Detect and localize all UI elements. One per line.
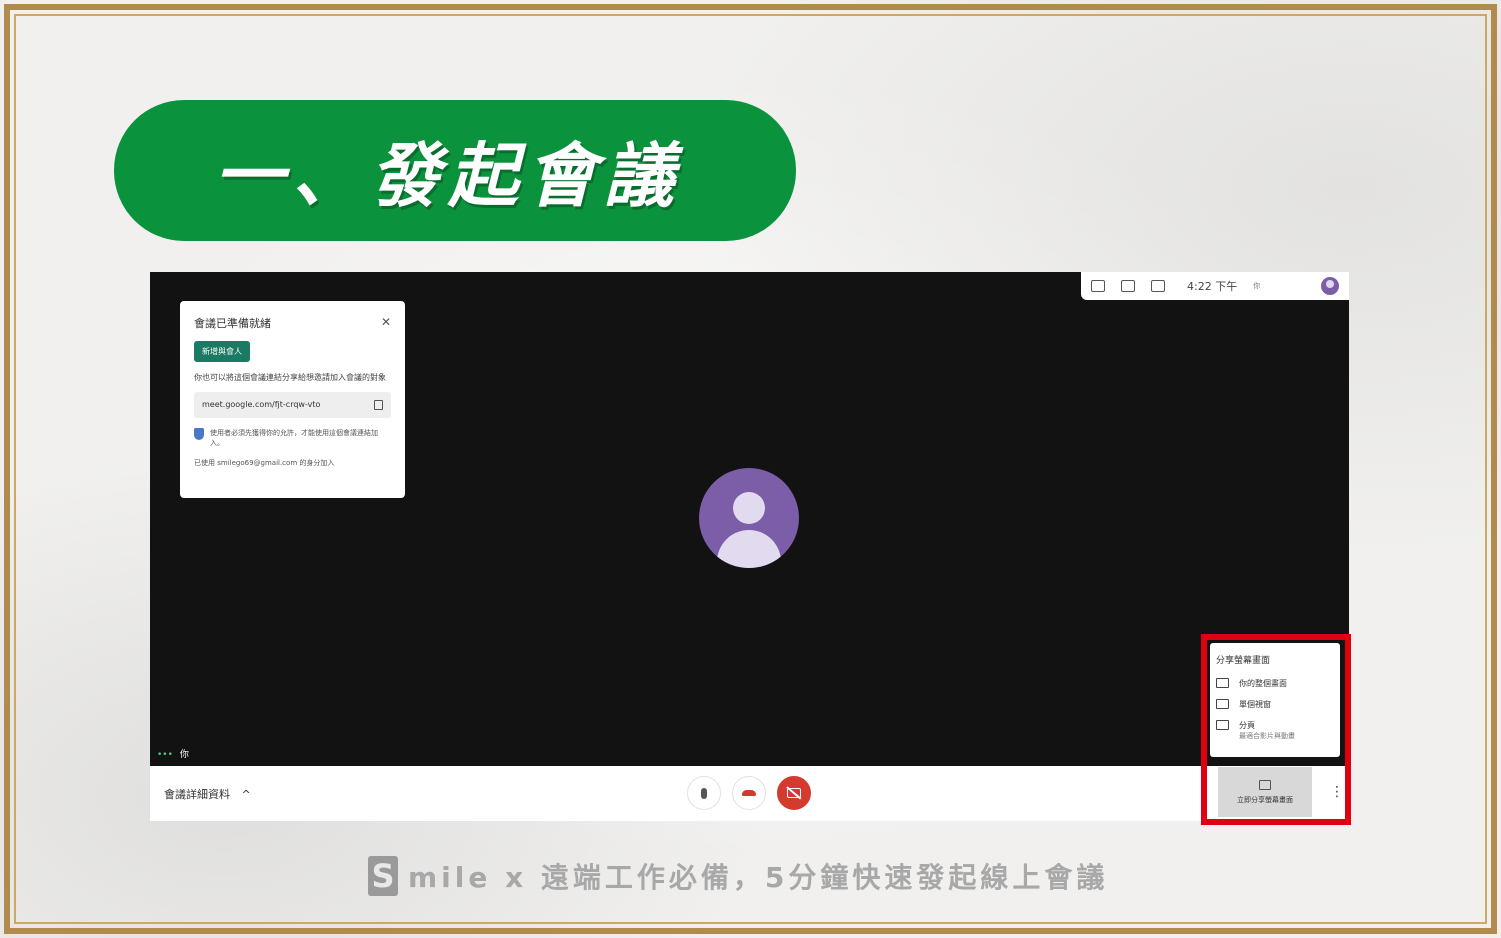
section-title-pill: 一、發起會議 — [114, 100, 796, 241]
footer-tagline: S mile x 遠端工作必備，5分鐘快速發起線上會議 — [368, 854, 1108, 898]
meeting-details-label: 會議詳細資料 — [164, 788, 230, 801]
shield-icon — [194, 428, 204, 440]
meet-screenshot: 4:22 下午 你 會議已準備就緒 ✕ 新增與會人 你也可以將這個會議連結分享給… — [150, 272, 1349, 821]
close-icon[interactable]: ✕ — [381, 315, 391, 331]
add-participant-button[interactable]: 新增與會人 — [194, 341, 250, 362]
audio-indicator-icon: ••• — [157, 750, 173, 760]
camera-toggle-button[interactable] — [777, 776, 811, 810]
meeting-details-button[interactable]: 會議詳細資料 ^ — [164, 786, 251, 802]
copy-icon[interactable] — [374, 400, 383, 410]
section-title: 一、發起會議 — [214, 135, 682, 217]
security-text: 使用者必須先獲得你的允許，才能使用這個會議連結加入。 — [210, 429, 378, 447]
joined-as-text: 已使用 smilego69@gmail.com 的身分加入 — [194, 459, 335, 467]
mic-icon — [701, 787, 707, 799]
meeting-ready-card: 會議已準備就緒 ✕ 新增與會人 你也可以將這個會議連結分享給想邀請加入會議的對象… — [180, 301, 405, 498]
meet-bottom-bar: 會議詳細資料 ^ — [150, 766, 1349, 821]
security-note: 使用者必須先獲得你的允許，才能使用這個會議連結加入。 — [194, 428, 391, 448]
red-highlight-box — [1201, 634, 1351, 825]
camera-off-icon — [787, 788, 801, 798]
ready-card-heading: 會議已準備就緒 — [194, 317, 271, 330]
activities-icon[interactable] — [1151, 280, 1165, 292]
you-short-label: 你 — [1253, 282, 1261, 290]
hangup-button[interactable] — [732, 776, 766, 810]
footer-text: mile x 遠端工作必備，5分鐘快速發起線上會議 — [408, 861, 1109, 894]
chat-icon[interactable] — [1121, 280, 1135, 292]
ready-card-description: 你也可以將這個會議連結分享給想邀請加入會議的對象 — [194, 373, 386, 382]
hangup-icon — [742, 790, 756, 796]
meeting-link: meet.google.com/fjt-crqw-vto — [202, 400, 321, 409]
mic-button[interactable] — [687, 776, 721, 810]
smile-logo: S — [368, 856, 398, 896]
chevron-up-icon: ^ — [241, 788, 251, 801]
clock: 4:22 下午 — [1187, 280, 1238, 293]
self-name: 你 — [179, 750, 189, 760]
meeting-link-box: meet.google.com/fjt-crqw-vto — [194, 392, 391, 418]
meet-top-bar: 4:22 下午 你 — [1081, 272, 1349, 300]
participant-avatar — [699, 468, 799, 568]
self-avatar-small[interactable] — [1321, 277, 1339, 295]
people-icon[interactable] — [1091, 280, 1105, 292]
self-tile-label: ••• 你 — [157, 747, 189, 760]
